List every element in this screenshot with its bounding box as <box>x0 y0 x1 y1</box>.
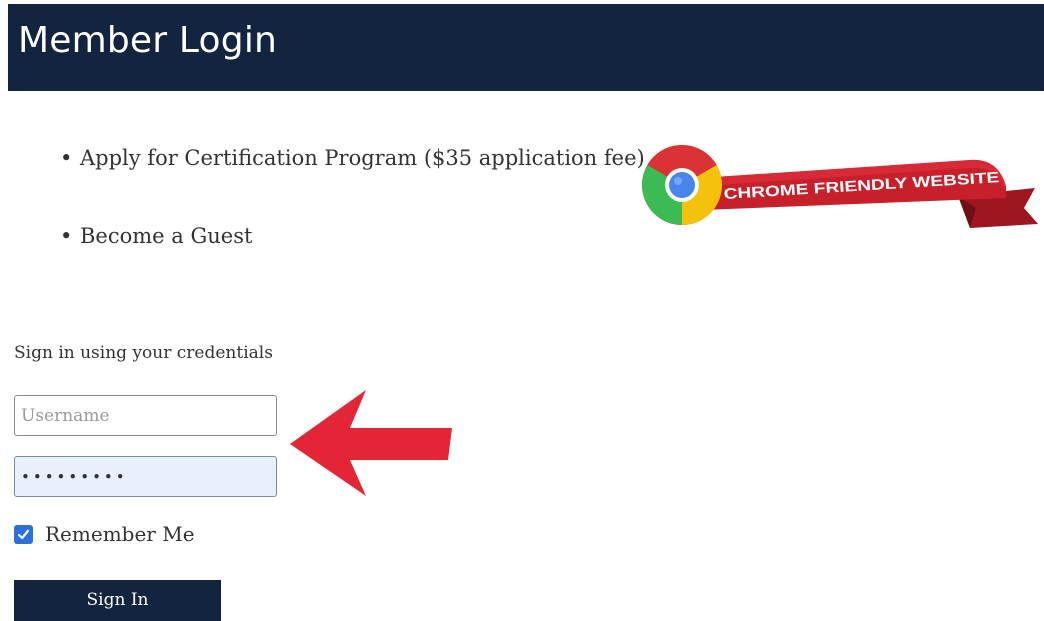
signin-heading: Sign in using your credentials <box>14 343 273 363</box>
arrow-left-icon <box>290 390 452 496</box>
guest-link[interactable]: Become a Guest <box>80 224 252 248</box>
remember-me-checkbox[interactable] <box>14 524 33 544</box>
username-input[interactable] <box>14 395 277 436</box>
remember-me-label: Remember Me <box>45 522 195 546</box>
password-input[interactable] <box>14 456 277 497</box>
list-item-certification[interactable]: • Apply for Certification Program ($35 a… <box>58 138 648 178</box>
bullet-icon: • <box>60 146 73 170</box>
certification-link[interactable]: Apply for Certification Program ($35 app… <box>80 146 645 170</box>
chrome-friendly-badge: CHROME FRIENDLY WEBSITE <box>642 145 1038 228</box>
page-title: Member Login <box>18 20 278 61</box>
list-item-guest[interactable]: • Become a Guest <box>58 216 648 256</box>
bullet-icon: • <box>60 224 73 248</box>
chrome-logo-icon <box>642 145 722 225</box>
page-header: Member Login <box>8 4 1044 91</box>
checkmark-icon <box>17 529 30 539</box>
links-list: • Apply for Certification Program ($35 a… <box>58 138 648 256</box>
remember-me[interactable]: Remember Me <box>14 522 195 546</box>
sign-in-button[interactable]: Sign In <box>14 580 221 621</box>
